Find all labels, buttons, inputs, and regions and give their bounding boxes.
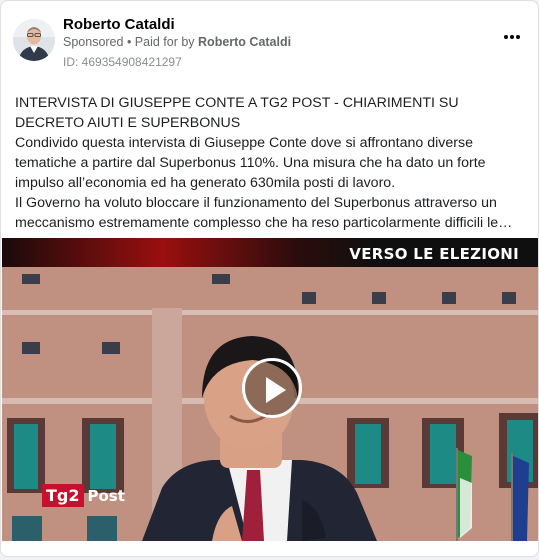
ad-id: ID: 469354908421297 bbox=[63, 55, 182, 69]
dot bbox=[516, 35, 520, 39]
avatar-image bbox=[13, 19, 55, 61]
logo-mark: Tg2 bbox=[42, 484, 84, 507]
avatar[interactable] bbox=[13, 19, 55, 61]
post-paragraph-1: Condivido questa intervista di Giuseppe … bbox=[15, 133, 527, 193]
page-name[interactable]: Roberto Cataldi bbox=[63, 16, 175, 33]
dot bbox=[504, 35, 508, 39]
banner-text: VERSO LE ELEZIONI bbox=[349, 245, 519, 263]
video-banner: VERSO LE ELEZIONI bbox=[2, 238, 539, 267]
video-player[interactable]: VERSO LE ELEZIONI Tg2 Post bbox=[2, 238, 539, 541]
post-header: Roberto Cataldi Sponsored • Paid for by … bbox=[13, 13, 526, 73]
play-triangle bbox=[266, 377, 286, 403]
tg2-post-logo: Tg2 Post bbox=[42, 484, 125, 507]
sponsored-label[interactable]: Sponsored bbox=[63, 35, 123, 49]
paid-for-name[interactable]: Roberto Cataldi bbox=[198, 35, 291, 49]
post-headline: INTERVISTA DI GIUSEPPE CONTE A TG2 POST … bbox=[15, 93, 527, 133]
logo-word: Post bbox=[88, 487, 125, 505]
separator: • bbox=[123, 35, 134, 49]
post-text: INTERVISTA DI GIUSEPPE CONTE A TG2 POST … bbox=[15, 93, 527, 233]
more-options-icon[interactable] bbox=[504, 31, 520, 43]
post-paragraph-2: Il Governo ha voluto bloccare il funzion… bbox=[15, 193, 527, 233]
sponsored-post-card: Roberto Cataldi Sponsored • Paid for by … bbox=[0, 0, 539, 557]
play-icon[interactable] bbox=[242, 358, 302, 418]
dot bbox=[510, 35, 514, 39]
paid-for-prefix: Paid for by bbox=[135, 35, 198, 49]
card-footer bbox=[1, 541, 539, 557]
sponsored-line: Sponsored • Paid for by Roberto Cataldi bbox=[63, 35, 291, 49]
